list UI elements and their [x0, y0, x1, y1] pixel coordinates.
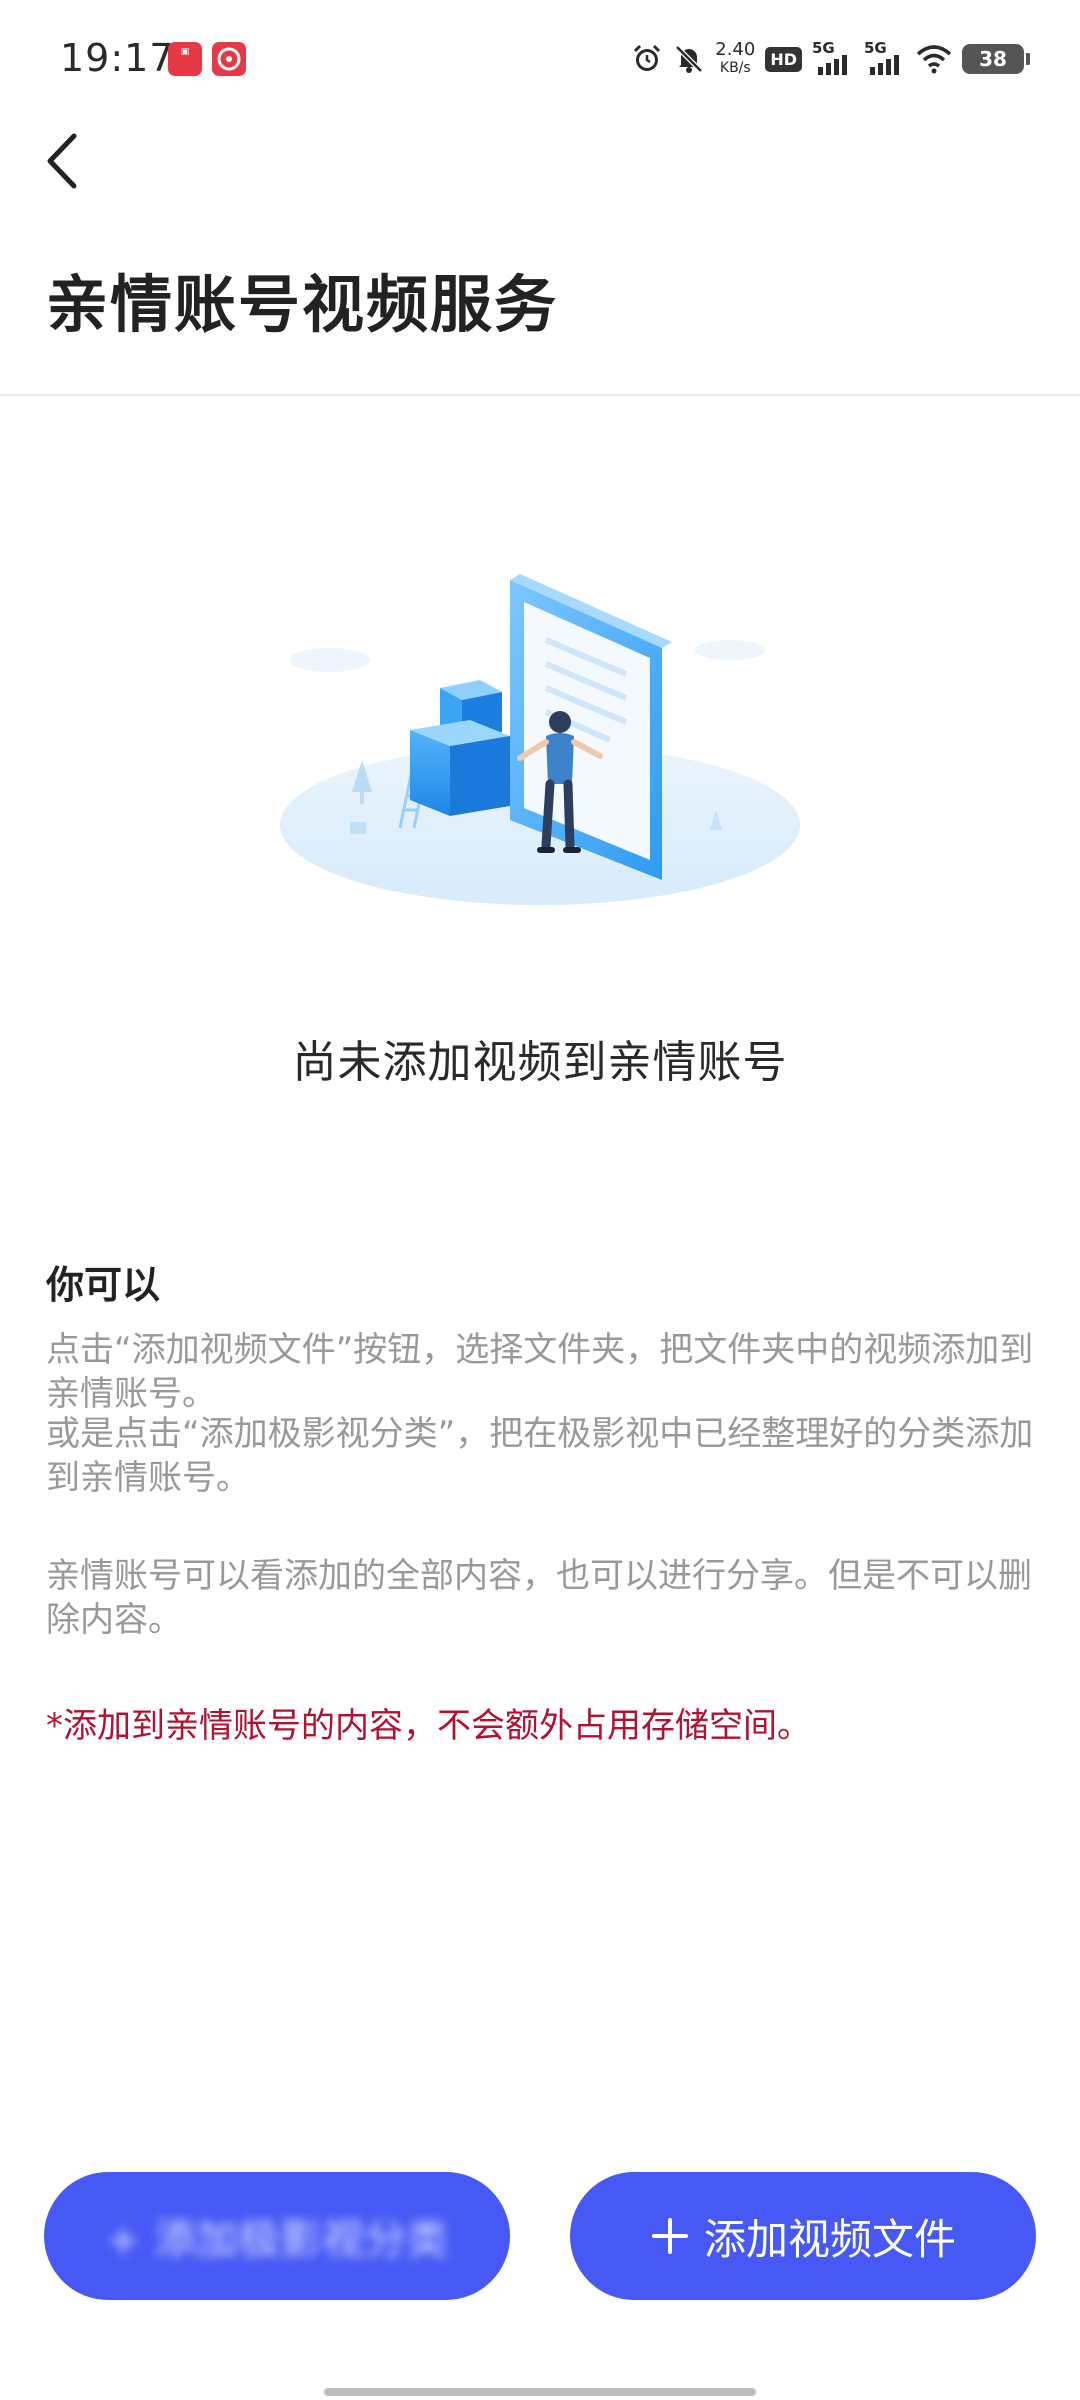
wifi-icon [916, 45, 952, 74]
empty-folder-illustration [280, 574, 800, 905]
alarm-icon [634, 44, 661, 71]
back-button[interactable] [38, 126, 98, 196]
status-time: 19:17 [60, 36, 175, 80]
header-divider [0, 394, 1080, 396]
signal-5g-icon-1: 5G [812, 39, 854, 77]
chevron-left-icon [47, 133, 77, 189]
add-video-file-button[interactable]: 添加视频文件 [570, 2172, 1036, 2300]
info-heading: 你可以 [46, 1263, 161, 1307]
info-paragraph-2: 或是点击“添加极影视分类”，把在极影视中已经整理好的分类添加到亲情账号。 [46, 1414, 1034, 1498]
network-speed: 2.40 KB/s [715, 39, 756, 77]
app-notification-icon: ▣ [168, 42, 202, 76]
empty-state-title: 尚未添加视频到亲情账号 [292, 1037, 788, 1088]
add-video-file-label: 添加视频文件 [703, 2214, 956, 2264]
info-paragraph-3: 亲情账号可以看添加的全部内容，也可以进行分享。但是不可以删除内容。 [46, 1556, 1032, 1640]
add-category-label: + 添加极影视分类 [105, 2214, 449, 2264]
home-indicator[interactable] [324, 2388, 756, 2396]
status-icons: 2.40 KB/s HD 5G 5G 38 [631, 36, 1030, 82]
plus-icon [651, 2218, 688, 2254]
mute-bell-icon [675, 45, 704, 73]
page-title: 亲情账号视频服务 [46, 268, 559, 341]
info-paragraph-1: 点击“添加视频文件”按钮，选择文件夹，把文件夹中的视频添加到亲情账号。 [46, 1330, 1034, 1414]
storage-notice: *添加到亲情账号的内容，不会额外占用存储空间。 [46, 1706, 811, 1746]
netease-music-icon [212, 42, 246, 76]
add-category-button[interactable]: + 添加极影视分类 [44, 2172, 510, 2300]
signal-5g-icon-2: 5G [864, 39, 906, 77]
status-bar: 19:17 ▣ 2.40 KB/s HD 5G 5G 38 [0, 0, 1080, 110]
hd-voice-icon: HD [765, 46, 802, 72]
battery-icon: 38 [962, 44, 1030, 74]
